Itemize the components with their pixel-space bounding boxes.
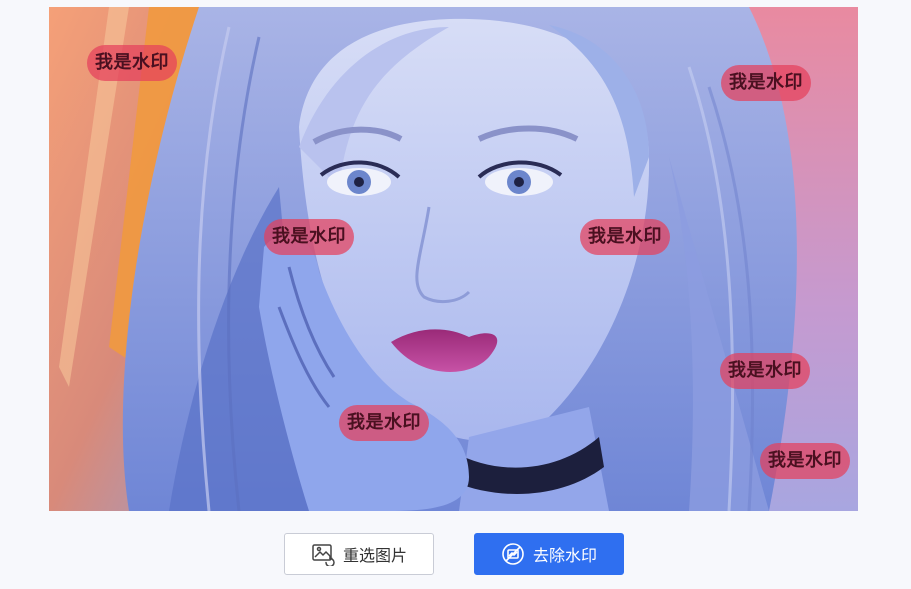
watermark-label: 我是水印 — [580, 219, 670, 255]
preview-image: 我是水印 我是水印 我是水印 我是水印 我是水印 我是水印 我是水印 — [49, 7, 858, 511]
remove-watermark-button[interactable]: 去除水印 — [474, 533, 624, 575]
reselect-image-label: 重选图片 — [342, 546, 407, 565]
image-refresh-icon — [311, 542, 335, 566]
remove-watermark-label: 去除水印 — [532, 546, 597, 565]
no-watermark-icon — [501, 542, 525, 566]
watermark-label: 我是水印 — [339, 405, 429, 441]
watermark-label: 我是水印 — [264, 219, 354, 255]
watermark-label: 我是水印 — [760, 443, 850, 479]
watermark-removal-page: 我是水印 我是水印 我是水印 我是水印 我是水印 我是水印 我是水印 重选图片 — [0, 0, 911, 589]
watermark-label: 我是水印 — [720, 353, 810, 389]
watermark-label: 我是水印 — [721, 65, 811, 101]
watermark-label: 我是水印 — [87, 45, 177, 81]
reselect-image-button[interactable]: 重选图片 — [284, 533, 434, 575]
